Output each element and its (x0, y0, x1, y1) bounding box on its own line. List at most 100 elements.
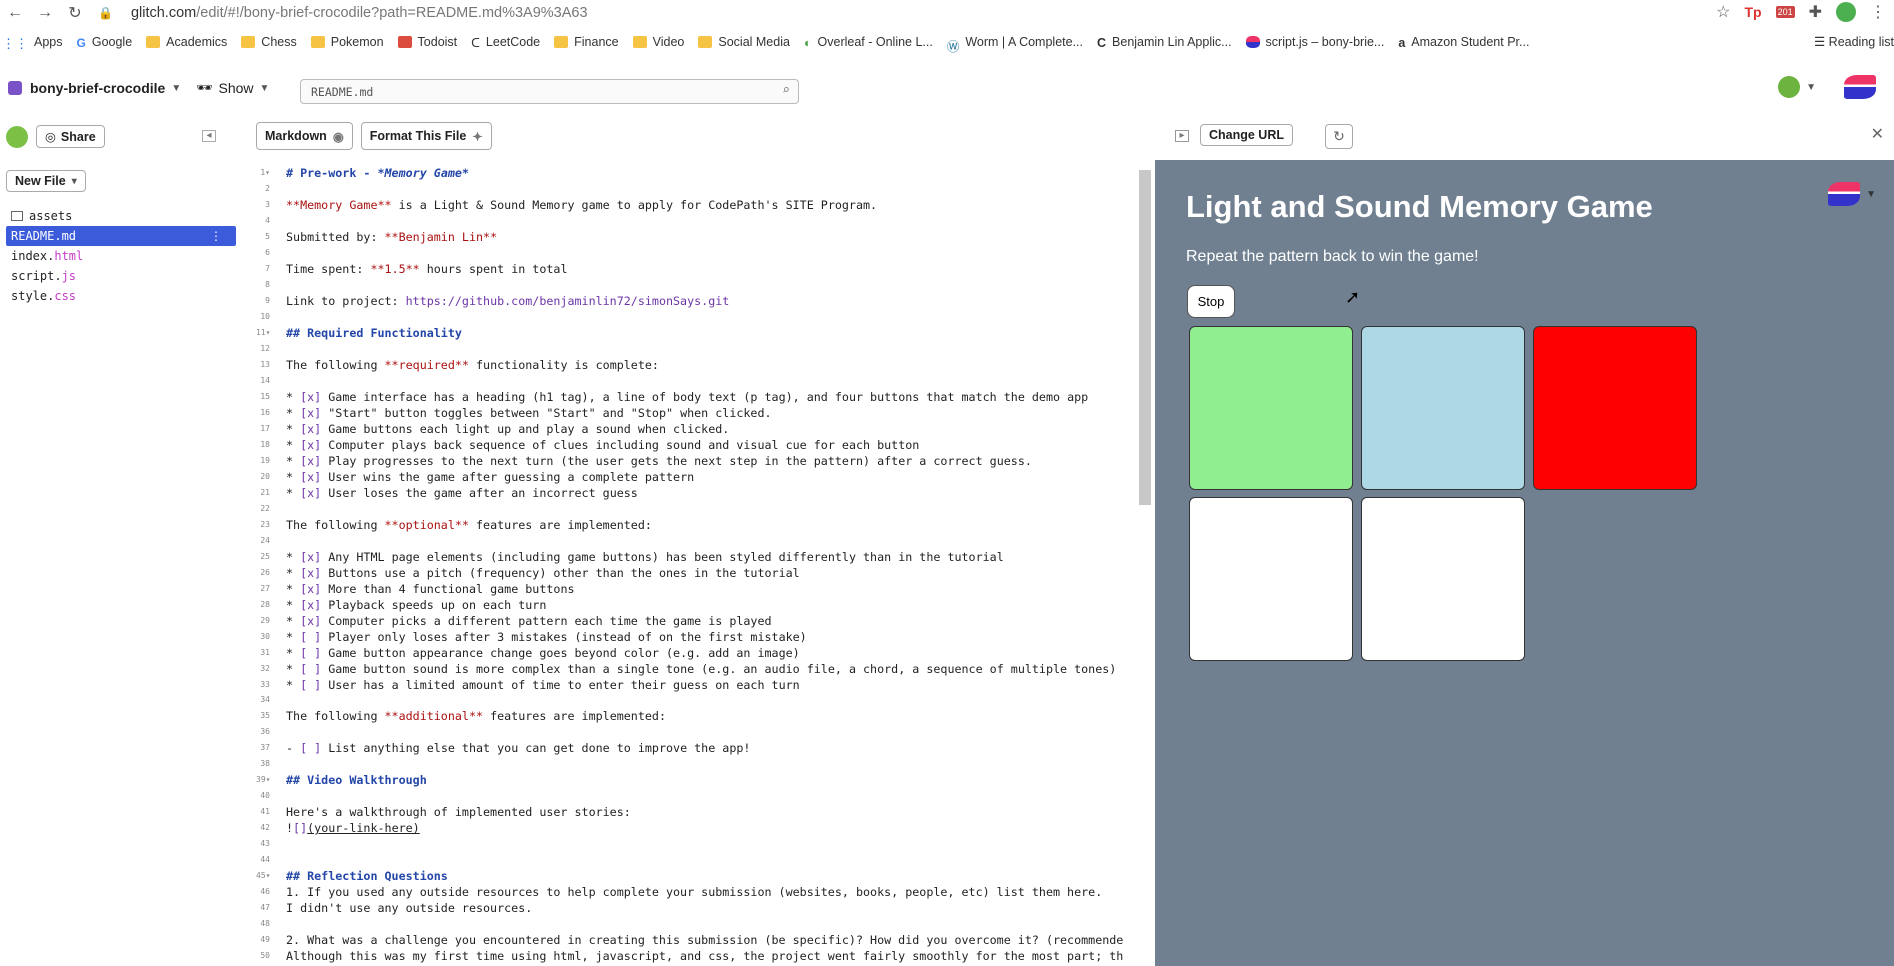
bookmark-finance[interactable]: Finance (554, 35, 619, 49)
apps-grid-icon: ⋮⋮ (2, 36, 28, 51)
app-preview: Light and Sound Memory Game Repeat the p… (1155, 160, 1894, 966)
bookmark-overleaf[interactable]: ◐ Overleaf - Online L... (803, 35, 933, 50)
extension-tp-icon[interactable]: Tp (1744, 4, 1761, 20)
amazon-icon: a (1398, 36, 1406, 50)
preview-toolbar: ▸ Change URL ↻ ✕ (1155, 122, 1894, 160)
format-file-button[interactable]: Format This File ✦ (360, 122, 492, 150)
sparkle-icon: ✦ (472, 129, 483, 144)
chevron-down-icon: ▼ (171, 82, 182, 94)
project-logo-icon (8, 81, 22, 95)
bookmark-benjamin-lin[interactable]: C Benjamin Lin Applic... (1097, 35, 1232, 50)
chevron-down-icon: ▼ (259, 82, 270, 94)
reload-icon[interactable]: ↻ (60, 3, 90, 23)
profile-avatar[interactable] (1836, 2, 1856, 22)
folder-icon (632, 36, 647, 48)
bookmark-apps[interactable]: ⋮⋮ Apps (2, 35, 63, 51)
leetcode-icon: ᑕ (471, 36, 480, 50)
refresh-icon[interactable]: ↻ (1325, 124, 1353, 149)
folder-icon (241, 36, 256, 48)
address-bar[interactable]: glitch.com/edit/#!/bony-brief-crocodile?… (131, 5, 588, 21)
avatar[interactable] (6, 125, 28, 148)
bookmark-amazon[interactable]: a Amazon Student Pr... (1398, 35, 1529, 50)
bookmark-social-media[interactable]: Social Media (698, 35, 790, 49)
game-button-2[interactable] (1361, 326, 1525, 490)
url-host: glitch.com (130, 5, 197, 21)
game-button-3[interactable] (1533, 326, 1697, 490)
glitch-fish-icon (1245, 36, 1260, 48)
bookmark-google[interactable]: G Google (76, 35, 133, 50)
overleaf-icon: ◐ (803, 36, 812, 50)
wordpress-icon: Ⓦ (946, 40, 960, 54)
collapse-sidebar-icon[interactable]: ◂ (202, 130, 216, 142)
todoist-icon (397, 36, 412, 48)
archive-icon (11, 211, 23, 221)
reading-list[interactable]: ☰ Reading list (1814, 34, 1894, 49)
game-button-4[interactable] (1189, 497, 1353, 661)
search-icon: ⌕ (782, 83, 790, 98)
extension-calendar-icon[interactable]: 201 (1775, 6, 1795, 18)
preview-glitch-menu[interactable]: ▼ (1828, 182, 1876, 206)
eye-icon: ◉ (332, 129, 344, 144)
project-name: bony-brief-crocodile (30, 80, 166, 96)
file-item-assets[interactable]: assets (6, 206, 236, 226)
google-icon: G (76, 36, 86, 50)
project-menu[interactable]: bony-brief-crocodile ▼ (8, 80, 181, 96)
new-file-button[interactable]: New File ▾ (6, 170, 86, 192)
share-button[interactable]: ◎ Share (36, 125, 105, 148)
bookmarks-bar: ⋮⋮ Apps G Google Academics Chess Pokemon T… (0, 30, 1894, 54)
bookmark-pokemon[interactable]: Pokemon (310, 35, 384, 49)
chevron-down-icon: ▼ (1866, 188, 1876, 200)
globe-icon: ◎ (45, 130, 56, 144)
change-url-button[interactable]: Change URL (1200, 124, 1293, 146)
play-icon[interactable]: ▸ (1175, 130, 1189, 142)
avatar (1778, 76, 1801, 98)
close-icon[interactable]: ✕ (1871, 124, 1884, 144)
url-path: /edit/#!/bony-brief-crocodile?path=READM… (196, 5, 588, 21)
code-editor[interactable]: 1▾ # Pre-work - *Memory Game* 2 3 **Memory… (256, 165, 1144, 966)
show-button[interactable]: 🕶 Show ▼ (196, 80, 269, 96)
browser-toolbar: ← → ↻ 🔒 glitch.com/edit/#!/bony-brief-cr… (0, 0, 1894, 26)
user-menu[interactable]: ▼ (1778, 76, 1816, 98)
star-icon[interactable]: ☆ (1716, 2, 1730, 22)
file-item-style-css[interactable]: style.css (6, 286, 236, 306)
back-icon[interactable]: ← (0, 4, 30, 22)
bookmark-script-js[interactable]: script.js – bony-brie... (1245, 35, 1384, 49)
file-item-readme[interactable]: README.md ⋮ (6, 226, 236, 246)
site-icon: C (1097, 36, 1107, 50)
chevron-down-icon: ▾ (71, 175, 77, 187)
file-item-index-html[interactable]: index.html (6, 246, 236, 266)
editor-toolbar: Markdown ◉ Format This File ✦ (256, 122, 492, 150)
file-item-script-js[interactable]: script.js (6, 266, 236, 286)
bookmark-todoist[interactable]: Todoist (397, 35, 457, 49)
lock-icon[interactable]: 🔒 (98, 6, 113, 20)
sidebar: ◎ Share ◂ New File ▾ assets README.md ⋮ ind… (0, 122, 250, 966)
glitch-header: bony-brief-crocodile ▼ 🕶 Show ▼ README.m… (0, 60, 1894, 122)
bookmark-academics[interactable]: Academics (146, 35, 227, 49)
forward-icon[interactable]: → (30, 4, 60, 22)
menu-icon[interactable]: ⋮ (1870, 2, 1886, 22)
more-options-icon[interactable]: ⋮ (210, 226, 222, 246)
editor-scrollbar[interactable] (1139, 170, 1151, 505)
bookmark-worm[interactable]: Ⓦ Worm | A Complete... (946, 35, 1083, 54)
mouse-cursor: ➚ (1345, 287, 1361, 307)
game-button-5[interactable] (1361, 497, 1525, 661)
folder-icon (698, 36, 713, 48)
glitch-menu-icon[interactable] (1844, 75, 1876, 99)
folder-icon (554, 36, 569, 48)
bookmark-chess[interactable]: Chess (241, 35, 297, 49)
sunglasses-icon: 🕶 (196, 80, 213, 95)
stop-button[interactable]: Stop (1187, 285, 1235, 318)
folder-icon (146, 36, 161, 48)
markdown-preview-button[interactable]: Markdown ◉ (256, 122, 353, 150)
folder-icon (310, 36, 325, 48)
game-subtitle: Repeat the pattern back to win the game! (1186, 248, 1479, 265)
glitch-fish-icon (1828, 182, 1861, 206)
bookmark-leetcode[interactable]: ᑕ LeetCode (471, 35, 540, 50)
bookmark-video[interactable]: Video (632, 35, 684, 49)
chevron-down-icon: ▼ (1806, 81, 1816, 93)
file-tree: assets README.md ⋮ index.html script.js s… (6, 206, 236, 306)
game-title: Light and Sound Memory Game (1186, 189, 1653, 224)
puzzle-icon[interactable]: ✚ (1809, 2, 1822, 22)
file-search-input[interactable]: README.md ⌕ (300, 79, 799, 104)
game-button-1[interactable] (1189, 326, 1353, 490)
